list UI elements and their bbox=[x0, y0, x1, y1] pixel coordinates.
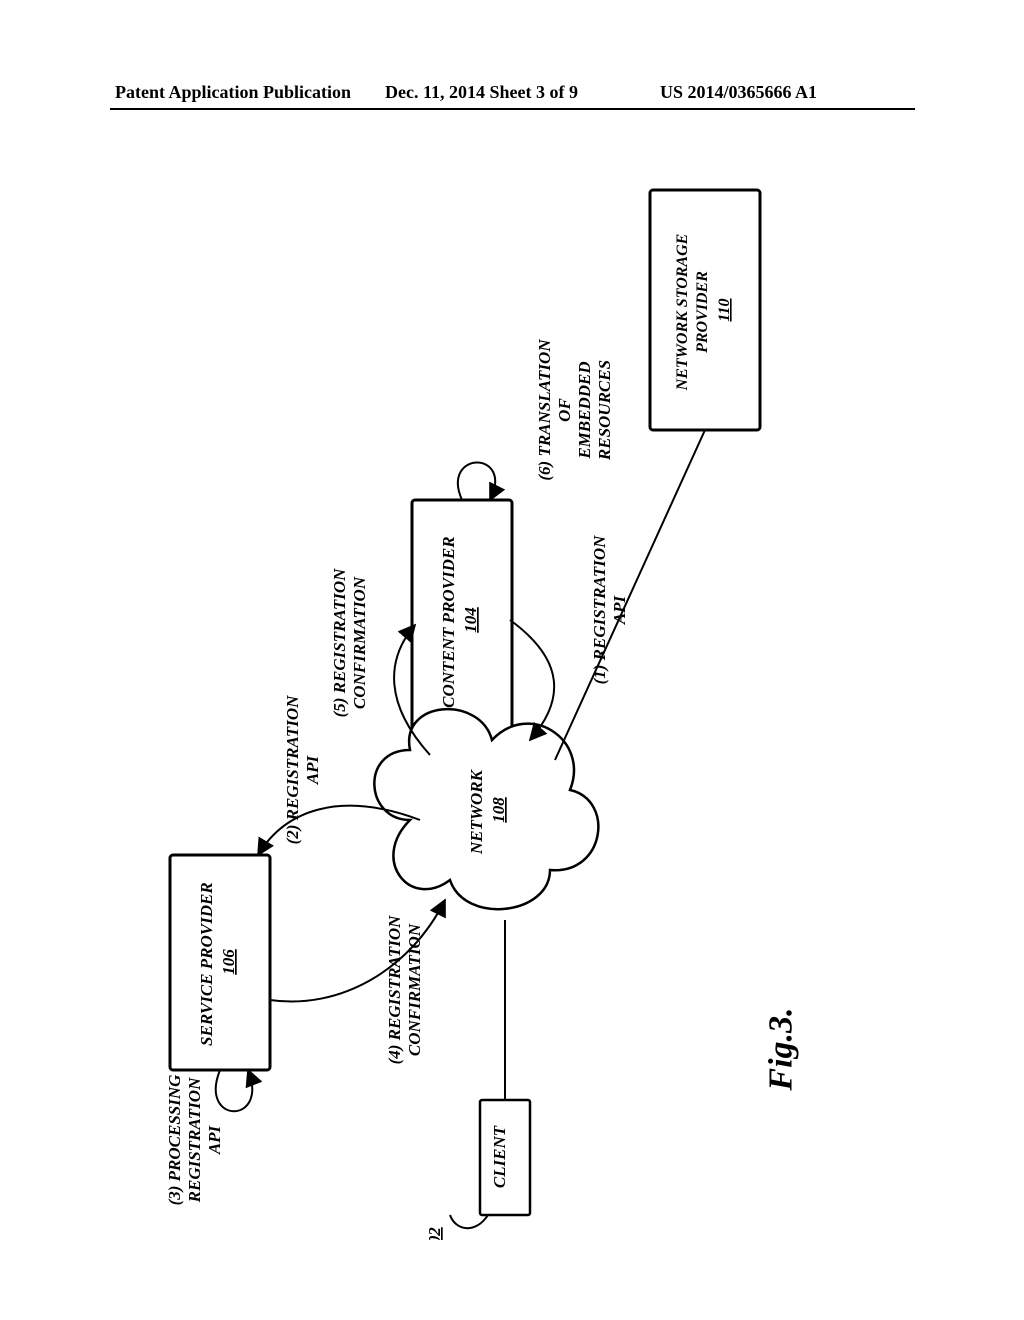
callout-4: (4) REGISTRATION CONFIRMATION bbox=[385, 890, 425, 1090]
header-right: US 2014/0365666 A1 bbox=[660, 82, 817, 103]
content-provider-box: CONTENT PROVIDER 104 bbox=[412, 500, 512, 740]
diagram: CONTENT PROVIDER 104 SERVICE PROVIDER 10… bbox=[110, 140, 915, 1240]
callout-5: (5) REGISTRATION CONFIRMATION bbox=[330, 548, 370, 738]
arc-1-registration-api bbox=[510, 620, 554, 740]
callout-1: (1) REGISTRATION API bbox=[590, 530, 630, 690]
callout-6: (6) TRANSLATION OF EMBEDDED RESOURCES bbox=[535, 325, 615, 495]
callout-3: (3) PROCESSING REGISTRATION API bbox=[165, 1050, 225, 1230]
content-provider-loop bbox=[458, 463, 495, 501]
page: Patent Application Publication Dec. 11, … bbox=[0, 0, 1024, 1320]
header-left: Patent Application Publication bbox=[115, 82, 351, 103]
svg-text:CLIENT: CLIENT bbox=[490, 1125, 509, 1188]
client-box: CLIENT bbox=[480, 1100, 530, 1215]
client-ref-leader: 102 bbox=[425, 1215, 488, 1240]
header-rule bbox=[110, 108, 915, 110]
service-provider-box: SERVICE PROVIDER 106 bbox=[170, 855, 270, 1070]
svg-text:102: 102 bbox=[425, 1227, 444, 1240]
callout-2: (2) REGISTRATION API bbox=[283, 685, 323, 855]
figure-caption: Fig.3. bbox=[763, 1007, 801, 1090]
network-storage-box: NETWORK STORAGE PROVIDER 110 bbox=[650, 190, 760, 430]
header-middle: Dec. 11, 2014 Sheet 3 of 9 bbox=[385, 82, 578, 103]
